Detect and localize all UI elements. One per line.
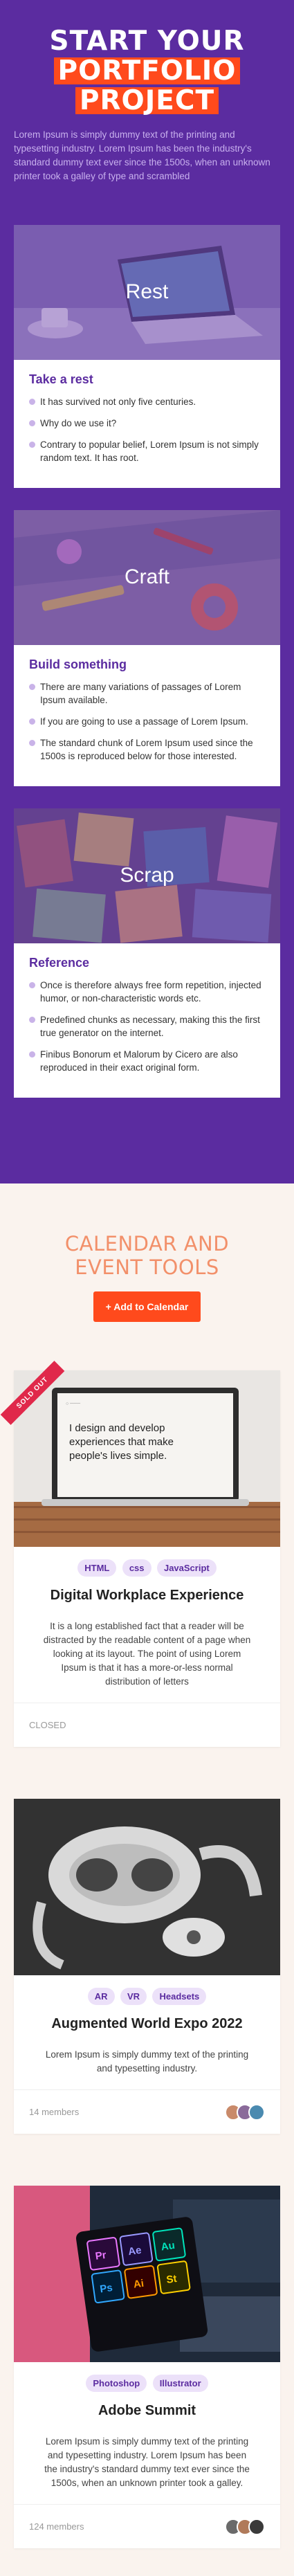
list-item: If you are going to use a passage of Lor… [29,715,266,728]
app-icon-label: Au [160,2240,176,2253]
hero-title-line2: PORTFOLIO [53,57,241,84]
calendar-title-line2: EVENT TOOLS [75,1255,247,1280]
feature-card-scrap: Scrap Reference Once is therefore always… [14,808,280,1098]
card-caption-rest: Rest [125,280,169,303]
event-footer: 124 members [14,2504,280,2548]
card-heading: Build something [29,657,127,671]
list-item: Why do we use it? [29,417,266,430]
event-card-augmented-world[interactable]: AR VR Headsets Augmented World Expo 2022… [14,1799,280,2134]
screen-text-3: people's lives simple. [69,1450,167,1462]
feature-card-rest: Rest Take a rest It has survived not onl… [14,225,280,488]
app-icon-label: St [165,2273,177,2286]
laptop-image: ○ ─── I design and develop experiences t… [14,1370,280,1547]
list-item: Contrary to popular belief, Lorem Ipsum … [29,438,266,464]
event-status: CLOSED [29,1720,66,1730]
event-description: Lorem Ipsum is simply dummy text of the … [45,2049,249,2074]
list-item: It has survived not only five centuries. [29,395,266,408]
app-icon-label: Pr [95,2249,107,2262]
event-title[interactable]: Adobe Summit [42,2402,252,2420]
tag-headsets[interactable]: Headsets [152,1988,207,2005]
event-card-adobe-summit[interactable]: Pr Ae Au Ps Ai St Photoshop Illustrator … [14,2186,280,2548]
app-icon-label: Ae [127,2244,142,2258]
event-card-digital-workplace[interactable]: SOLD OUT ○ ─── I design and develop expe… [0,1361,280,1747]
event-description: It is a long established fact that a rea… [43,1621,251,1687]
list-item: Predefined chunks as necessary, making t… [29,1013,266,1040]
calendar-title-line1: CALENDAR AND [64,1232,230,1255]
tag-css[interactable]: css [122,1559,151,1577]
adobe-apps-image: Pr Ae Au Ps Ai St [14,2186,280,2362]
screen-text-2: experiences that make [69,1436,174,1448]
card-image-craft: Craft [14,510,280,645]
tag-html[interactable]: HTML [77,1559,117,1577]
card-caption-scrap: Scrap [120,864,174,887]
event-tags: AR VR Headsets [14,1975,280,2005]
card-image-rest: Rest [14,225,280,360]
hero-description: Lorem Ipsum is simply dummy text of the … [14,129,270,181]
card-list: Once is therefore always free form repet… [29,979,266,1074]
event-title[interactable]: Augmented World Expo 2022 [42,2015,252,2033]
add-to-calendar-button[interactable]: + Add to Calendar [93,1291,201,1322]
bottom-spacer [0,2548,294,2576]
event-footer: 14 members [14,2089,280,2134]
tag-javascript[interactable]: JavaScript [156,1559,217,1577]
card-image-scrap: Scrap [14,808,280,943]
hero-section: START YOUR PORTFOLIO PROJECT Lorem Ipsum… [0,0,294,1183]
card-caption-craft: Craft [124,565,169,588]
tag-illustrator[interactable]: Illustrator [152,2375,208,2392]
app-icon-label: Ai [133,2278,145,2291]
tag-ar[interactable]: AR [87,1988,115,2005]
hero-title-line3: PROJECT [75,87,219,114]
card-list: It has survived not only five centuries.… [29,395,266,464]
app-icon-label: Ps [99,2282,113,2295]
hero-title: START YOUR PORTFOLIO PROJECT [14,28,280,114]
card-body-scrap: Reference Once is therefore always free … [14,943,280,1098]
card-body-craft: Build something There are many variation… [14,645,280,786]
members-count: 124 members [29,2521,84,2532]
event-image-laptop: ○ ─── I design and develop experiences t… [14,1370,280,1547]
calendar-title: CALENDAR AND EVENT TOOLS [14,1232,280,1280]
members-count: 14 members [29,2107,80,2117]
calendar-section: CALENDAR AND EVENT TOOLS + Add to Calend… [0,1183,294,1322]
avatar [248,2518,265,2535]
list-item: Once is therefore always free form repet… [29,979,266,1005]
event-description: Lorem Ipsum is simply dummy text of the … [44,2436,250,2488]
event-footer: CLOSED [14,1703,280,1747]
tag-photoshop[interactable]: Photoshop [86,2375,147,2392]
member-avatars[interactable] [225,2103,265,2121]
member-avatars[interactable] [225,2518,265,2535]
svg-text:○ ───: ○ ─── [66,1402,80,1406]
card-heading: Reference [29,956,90,970]
list-item: There are many variations of passages of… [29,680,266,707]
screen-text-1: I design and develop [69,1422,165,1434]
card-body-rest: Take a rest It has survived not only fiv… [14,360,280,488]
event-image-vr [14,1799,280,1975]
card-heading: Take a rest [29,372,93,386]
hero-title-line1: START YOUR [49,26,245,57]
list-item: The standard chunk of Lorem Ipsum used s… [29,736,266,763]
avatar [248,2103,265,2121]
feature-card-craft: Craft Build something There are many var… [14,510,280,786]
tag-vr[interactable]: VR [120,1988,147,2005]
event-image-adobe: Pr Ae Au Ps Ai St [14,2186,280,2362]
event-tags: Photoshop Illustrator [14,2362,280,2392]
card-list: There are many variations of passages of… [29,680,266,763]
list-item: Finibus Bonorum et Malorum by Cicero are… [29,1048,266,1074]
vr-headset-image [14,1799,280,1975]
event-title[interactable]: Digital Workplace Experience [42,1586,252,1604]
event-tags: HTML css JavaScript [14,1547,280,1577]
